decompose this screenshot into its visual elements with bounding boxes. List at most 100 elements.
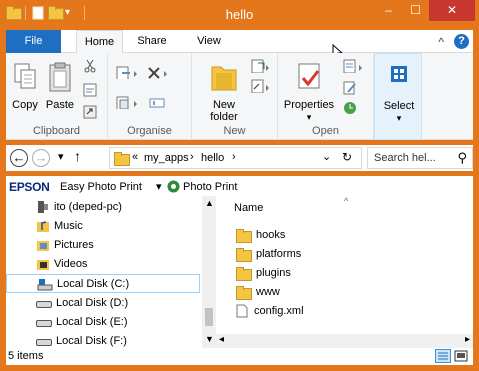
select-button[interactable]: Select ▾ xyxy=(381,62,417,124)
recent-locations-icon[interactable]: ▾ xyxy=(58,150,64,163)
new-folder-label-line2: folder xyxy=(210,111,238,123)
file-name: hooks xyxy=(256,229,286,241)
navigation-pane[interactable]: ito (deped-pc) Music Pictures Videos Loc… xyxy=(6,196,216,348)
group-organise: Organise xyxy=(108,53,192,140)
tree-item-network-computer[interactable]: ito (deped-pc) xyxy=(36,198,122,216)
easy-access-icon[interactable] xyxy=(250,79,272,93)
file-list-pane[interactable]: Name ^ hooks platforms plugins www confi… xyxy=(216,196,473,348)
easy-photo-print-button[interactable]: Easy Photo Print xyxy=(60,181,142,193)
column-header-name[interactable]: Name ^ xyxy=(234,196,414,220)
list-item[interactable]: platforms xyxy=(236,245,301,263)
copy-path-icon[interactable] xyxy=(82,83,98,97)
tree-item-videos[interactable]: Videos xyxy=(36,255,87,273)
paste-button[interactable]: Paste xyxy=(44,61,76,111)
tree-item-pictures[interactable]: Pictures xyxy=(36,236,94,254)
tree-item-label: Pictures xyxy=(54,239,94,251)
paste-shortcut-icon[interactable] xyxy=(82,105,98,119)
file-list-horizontal-scrollbar[interactable]: ◂ ▸ xyxy=(216,334,473,348)
list-item[interactable]: hooks xyxy=(236,226,285,244)
new-folder-label-line1: New xyxy=(212,99,235,111)
properties-label: Properties xyxy=(283,99,335,111)
address-dropdown-icon[interactable]: ⌄ xyxy=(322,150,331,163)
open-icon[interactable] xyxy=(342,59,366,73)
window-controls: – ☐ ✕ xyxy=(375,0,475,21)
photo-print-icon xyxy=(167,180,180,193)
scroll-down-arrow-icon[interactable]: ▼ xyxy=(205,334,214,344)
select-dropdown-icon[interactable]: ▾ xyxy=(381,112,417,124)
scroll-up-arrow-icon[interactable]: ▲ xyxy=(205,198,214,208)
close-button[interactable]: ✕ xyxy=(429,0,475,21)
large-icons-view-icon[interactable] xyxy=(453,349,469,363)
copy-to-icon[interactable] xyxy=(116,95,140,109)
easy-photo-print-dropdown-icon[interactable]: ▾ xyxy=(156,180,162,193)
column-header-label: Name xyxy=(234,202,264,214)
navigation-vertical-scrollbar[interactable]: ▲ ▼ xyxy=(202,196,216,348)
list-item[interactable]: config.xml xyxy=(236,302,304,320)
history-icon[interactable] xyxy=(342,101,358,115)
tree-item-local-disk-f[interactable]: Local Disk (F:) xyxy=(36,332,127,348)
help-icon[interactable]: ? xyxy=(454,34,469,49)
select-label: Select xyxy=(383,100,415,112)
ribbon-home: Copy Paste Clipboard Organise New folder… xyxy=(6,53,473,140)
folder-icon xyxy=(236,267,252,281)
tab-file[interactable]: File xyxy=(6,30,61,53)
properties-dropdown-icon[interactable]: ▾ xyxy=(282,111,336,123)
overflow-crumb[interactable]: « xyxy=(132,151,138,163)
tree-item-label: Local Disk (E:) xyxy=(56,316,128,328)
group-label-new: New xyxy=(223,125,246,137)
collapse-ribbon-icon[interactable]: ^ xyxy=(438,35,444,49)
address-box[interactable]: « my_apps › hello › ⌄ ↻ xyxy=(109,147,362,169)
group-label-open: Open xyxy=(312,125,339,137)
scroll-left-arrow-icon[interactable]: ◂ xyxy=(219,334,224,345)
tab-home[interactable]: Home xyxy=(76,30,123,54)
copy-button[interactable]: Copy xyxy=(10,61,40,111)
address-bar-row: ← → ▾ ↑ « my_apps › hello › ⌄ ↻ Search h… xyxy=(6,145,473,171)
group-select: Select ▾ xyxy=(374,53,422,140)
breadcrumb-hello[interactable]: hello xyxy=(201,152,224,164)
network-computer-icon xyxy=(38,201,48,213)
properties-button[interactable]: Properties ▾ xyxy=(282,61,336,123)
drive-icon xyxy=(36,301,52,308)
delete-icon[interactable] xyxy=(146,65,170,79)
tree-item-music[interactable]: Music xyxy=(36,217,83,235)
back-button[interactable]: ← xyxy=(10,149,28,167)
search-input[interactable]: Search hel... ⚲ xyxy=(367,147,473,169)
tree-item-local-disk-d[interactable]: Local Disk (D:) xyxy=(36,294,128,312)
move-to-icon[interactable] xyxy=(116,65,140,79)
scroll-right-arrow-icon[interactable]: ▸ xyxy=(465,334,470,345)
tab-share[interactable]: Share xyxy=(132,30,172,53)
new-item-icon[interactable] xyxy=(250,59,272,73)
scroll-thumb[interactable] xyxy=(205,308,213,326)
tree-item-local-disk-e[interactable]: Local Disk (E:) xyxy=(36,313,128,331)
tree-item-local-disk-c[interactable]: Local Disk (C:) xyxy=(6,274,200,293)
breadcrumb-separator[interactable]: › xyxy=(232,151,236,163)
breadcrumb-separator[interactable]: › xyxy=(190,151,194,163)
group-clipboard: Copy Paste Clipboard xyxy=(6,53,108,140)
details-view-icon[interactable] xyxy=(435,349,451,363)
minimize-button[interactable]: – xyxy=(375,0,402,21)
up-button[interactable]: ↑ xyxy=(74,148,81,164)
title-bar[interactable]: ▾ hello – ☐ ✕ xyxy=(0,0,479,30)
new-folder-icon xyxy=(211,66,237,91)
music-folder-icon xyxy=(37,221,49,232)
forward-button[interactable]: → xyxy=(32,149,50,167)
paste-label: Paste xyxy=(45,99,75,111)
list-item[interactable]: plugins xyxy=(236,264,291,282)
search-icon[interactable]: ⚲ xyxy=(457,150,467,166)
breadcrumb-my-apps[interactable]: my_apps xyxy=(144,152,189,164)
sort-ascending-icon: ^ xyxy=(344,196,349,206)
edit-icon[interactable] xyxy=(342,81,358,95)
cut-icon[interactable] xyxy=(82,59,98,73)
maximize-button[interactable]: ☐ xyxy=(402,0,429,21)
new-folder-button[interactable]: New folder xyxy=(204,61,244,123)
system-drive-icon xyxy=(37,278,53,290)
tab-view[interactable]: View xyxy=(189,30,229,53)
epson-logo: EPSON xyxy=(9,180,50,194)
refresh-icon[interactable]: ↻ xyxy=(342,150,352,164)
drive-icon xyxy=(36,339,52,346)
list-item[interactable]: www xyxy=(236,283,280,301)
rename-icon[interactable] xyxy=(148,95,168,109)
ribbon-tab-bar: File Home Share View ^ ? xyxy=(6,30,473,60)
drive-icon xyxy=(36,320,52,327)
photo-print-button[interactable]: Photo Print xyxy=(183,181,237,193)
